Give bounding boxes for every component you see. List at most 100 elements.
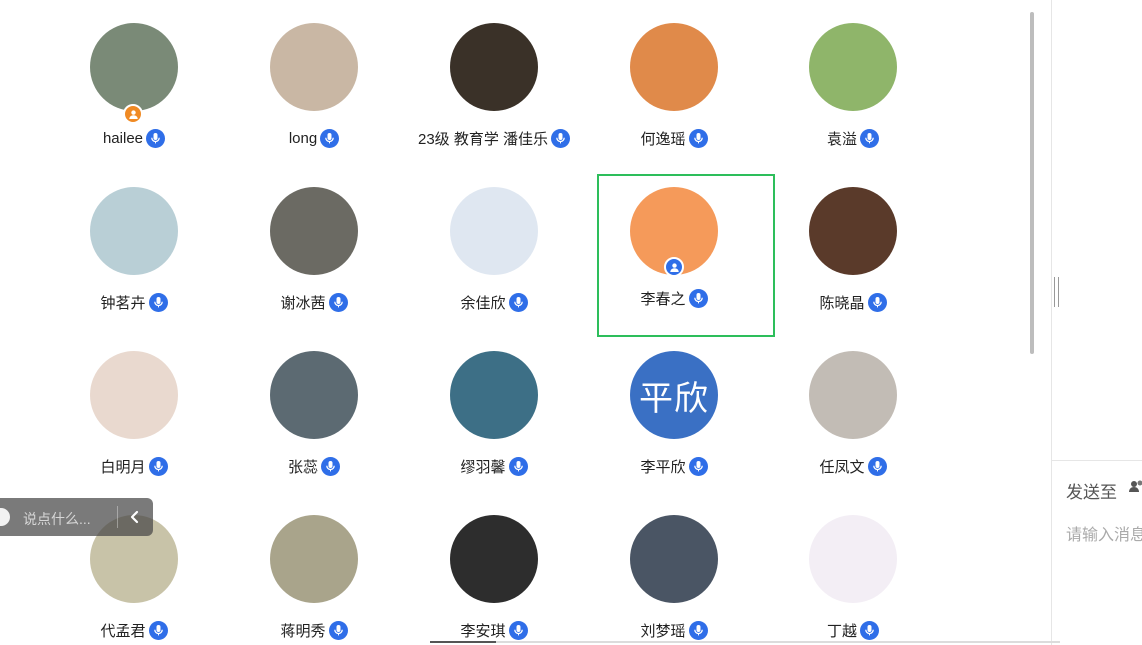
participant-name-row: 李安琪 — [405, 619, 583, 641]
avatar — [450, 351, 538, 439]
participant-name-row: 袁溢 — [764, 127, 942, 149]
participant-name: hailee — [102, 129, 144, 147]
participant-name: 余佳欣 — [460, 294, 506, 312]
participant-name-row: 任凤文 — [764, 455, 942, 477]
chat-bar-divider — [117, 506, 118, 528]
avatar — [809, 351, 897, 439]
participant-name-row: 余佳欣 — [405, 291, 583, 313]
people-icon[interactable] — [1128, 478, 1142, 501]
participant-tile[interactable]: 袁溢 — [764, 0, 942, 160]
participant-tile[interactable]: 谢冰茜 — [225, 164, 403, 324]
participant-tile[interactable]: 缪羽馨 — [405, 328, 583, 488]
chevron-left-icon[interactable] — [126, 508, 144, 526]
mic-icon[interactable] — [867, 456, 887, 476]
avatar — [90, 187, 178, 275]
participant-name-row: 代孟君 — [45, 619, 223, 641]
selected-participant-highlight — [597, 174, 775, 337]
participant-name: 何逸瑶 — [640, 130, 686, 148]
mic-icon[interactable] — [508, 292, 528, 312]
mic-icon[interactable] — [508, 620, 528, 640]
participant-tile[interactable]: 刘梦瑶 — [585, 492, 763, 645]
emoji-icon[interactable] — [0, 508, 10, 526]
message-input[interactable]: 请输入消息 — [1066, 521, 1142, 545]
right-panel-separator — [1052, 460, 1142, 461]
bottom-scroll-track — [430, 641, 1060, 643]
avatar — [450, 515, 538, 603]
participant-name: 刘梦瑶 — [640, 622, 686, 640]
participant-tile[interactable]: 任凤文 — [764, 328, 942, 488]
mic-icon[interactable] — [860, 128, 879, 148]
mic-icon[interactable] — [551, 128, 571, 148]
participant-tile[interactable]: 钟茗卉 — [45, 164, 223, 324]
avatar — [90, 23, 178, 111]
mic-icon[interactable] — [328, 292, 348, 312]
participant-name-row: 何逸瑶 — [585, 127, 763, 149]
avatar — [270, 23, 358, 111]
panel-divider — [1051, 0, 1052, 645]
participant-name: 丁越 — [826, 622, 857, 640]
chat-input[interactable]: 说点什么... — [23, 509, 91, 529]
participant-name: 袁溢 — [826, 130, 857, 148]
participant-tile[interactable]: 何逸瑶 — [585, 0, 763, 160]
participant-tile[interactable]: hailee — [45, 0, 223, 160]
participant-tile[interactable]: 23级 教育学 潘佳乐 — [405, 0, 583, 160]
participant-tile[interactable]: long — [225, 0, 403, 160]
host-badge-icon — [123, 104, 143, 124]
mic-icon[interactable] — [320, 128, 340, 148]
participant-name-row: 丁越 — [764, 619, 942, 641]
mic-icon[interactable] — [321, 456, 340, 476]
chat-input-bar[interactable]: 说点什么... — [0, 498, 153, 536]
participant-name: 缪羽馨 — [460, 458, 506, 476]
avatar — [270, 351, 358, 439]
participant-tile[interactable]: 张蕊 — [225, 328, 403, 488]
avatar — [809, 187, 897, 275]
participant-tile[interactable]: 陈晓晶 — [764, 164, 942, 324]
participant-tile[interactable]: 余佳欣 — [405, 164, 583, 324]
participant-name-row: 23级 教育学 潘佳乐 — [405, 127, 583, 149]
participant-name-row: 缪羽馨 — [405, 455, 583, 477]
participant-name: 任凤文 — [819, 458, 865, 476]
participant-tile[interactable]: 平欣李平欣 — [585, 328, 763, 488]
participant-name: 23级 教育学 潘佳乐 — [417, 130, 549, 148]
mic-icon[interactable] — [148, 620, 168, 640]
mic-icon[interactable] — [508, 456, 528, 476]
avatar — [270, 515, 358, 603]
participant-name-row: 白明月 — [45, 455, 223, 477]
participant-name-row: 谢冰茜 — [225, 291, 403, 313]
avatar — [90, 351, 178, 439]
participant-tile[interactable]: 李安琪 — [405, 492, 583, 645]
mic-icon[interactable] — [148, 456, 168, 476]
avatar — [630, 23, 718, 111]
mic-icon[interactable] — [688, 620, 708, 640]
grid-scrollbar[interactable] — [1030, 12, 1034, 354]
avatar: 平欣 — [630, 351, 718, 439]
participant-name: 代孟君 — [100, 622, 146, 640]
mic-icon[interactable] — [688, 456, 708, 476]
participant-name: long — [288, 129, 318, 147]
mic-icon[interactable] — [328, 620, 348, 640]
participant-name: 陈晓晶 — [819, 294, 865, 312]
mic-icon[interactable] — [867, 292, 887, 312]
participant-name-row: 陈晓晶 — [764, 291, 942, 313]
mic-icon[interactable] — [860, 620, 879, 640]
avatar — [450, 187, 538, 275]
participant-name-row: 张蕊 — [225, 455, 403, 477]
participant-name: 白明月 — [100, 458, 146, 476]
mic-icon[interactable] — [146, 128, 166, 148]
participant-name-row: 钟茗卉 — [45, 291, 223, 313]
bottom-scroll-thumb[interactable] — [430, 641, 496, 643]
participant-name-row: long — [225, 127, 403, 149]
mic-icon[interactable] — [148, 292, 168, 312]
participant-name: 蒋明秀 — [280, 622, 326, 640]
participant-name: 谢冰茜 — [280, 294, 326, 312]
participant-name: 钟茗卉 — [100, 294, 146, 312]
participant-name: 李平欣 — [640, 458, 686, 476]
participant-tile[interactable]: 蒋明秀 — [225, 492, 403, 645]
participant-tile[interactable]: 白明月 — [45, 328, 223, 488]
mic-icon[interactable] — [688, 128, 708, 148]
avatar — [630, 515, 718, 603]
avatar — [809, 515, 897, 603]
send-to-label: 发送至 — [1066, 483, 1117, 502]
participant-tile[interactable]: 丁越 — [764, 492, 942, 645]
panel-resize-handle[interactable] — [1054, 277, 1059, 307]
